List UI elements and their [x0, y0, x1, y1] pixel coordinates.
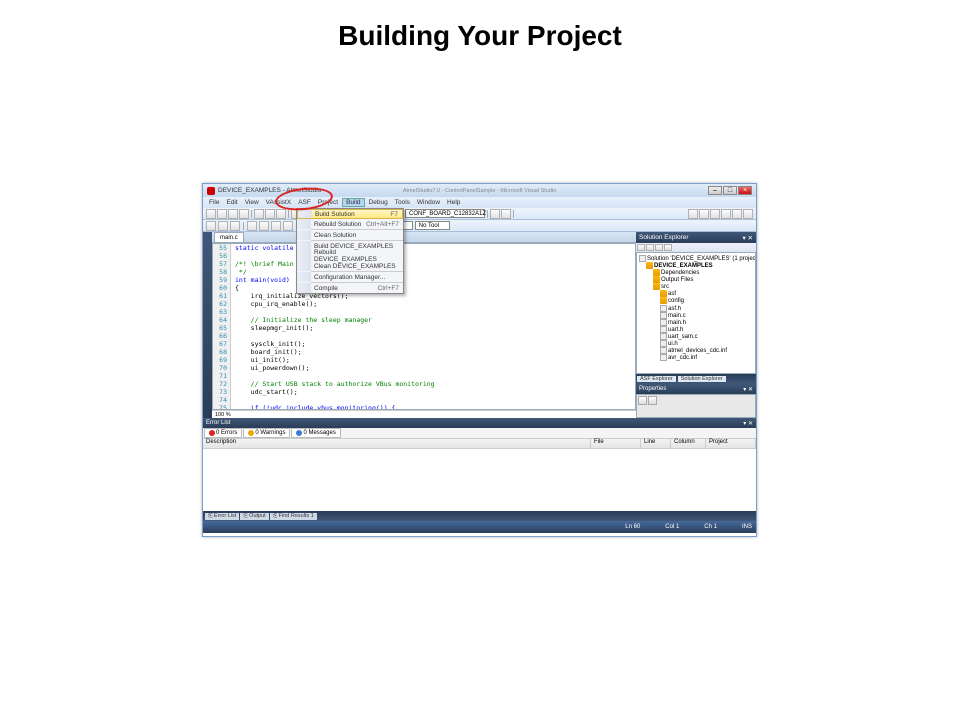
menu-item-compile[interactable]: CompileCtrl+F7 [297, 283, 403, 293]
ide-window: DEVICE_EXAMPLES - AtmelStudio AtmelStudi… [202, 183, 757, 537]
app-icon [207, 187, 215, 195]
tab-main-c[interactable]: main.c [214, 232, 244, 242]
left-ruler [203, 232, 212, 418]
close-button[interactable]: × [738, 186, 752, 195]
error-grid-header: Description File Line Column Project [203, 439, 756, 449]
editor-zoom: 100 % [212, 410, 636, 418]
code-content[interactable]: static volatile bool /*! \brief Main fun… [231, 244, 635, 409]
col-column[interactable]: Column [671, 439, 706, 448]
right-panel: Solution Explorer▾ ✕ Solution 'DEVICE_EX… [636, 232, 756, 418]
tool-r6[interactable] [743, 209, 753, 219]
col-description[interactable]: Description [203, 439, 591, 448]
solution-tree[interactable]: Solution 'DEVICE_EXAMPLES' (1 project)DE… [636, 252, 756, 374]
menu-item-configuration-manager-[interactable]: Configuration Manager... [297, 272, 403, 282]
menu-debug[interactable]: Debug [366, 199, 391, 206]
panel-pin-icon[interactable]: ▾ ✕ [742, 234, 753, 242]
tool-r5[interactable] [732, 209, 742, 219]
status-ch: Ch 1 [704, 524, 717, 530]
menu-item-build-solution[interactable]: Build SolutionF7 [297, 209, 403, 219]
tool-paste[interactable] [276, 209, 286, 219]
tool-r2[interactable] [699, 209, 709, 219]
prop-az[interactable] [648, 396, 657, 405]
menu-item-clean-device-examples[interactable]: Clean DEVICE_EXAMPLES [297, 261, 403, 271]
col-project[interactable]: Project [706, 439, 756, 448]
tool-d5[interactable] [259, 221, 269, 231]
tab-asf-explorer[interactable]: ASF Explorer [637, 376, 676, 382]
menu-tools[interactable]: Tools [392, 199, 413, 206]
status-col: Col 1 [665, 524, 679, 530]
prop-cat[interactable] [638, 396, 647, 405]
tool-d4[interactable] [247, 221, 257, 231]
tool-d1[interactable] [206, 221, 216, 231]
col-file[interactable]: File [591, 439, 641, 448]
right-panel-tabs: ASF Explorer Solution Explorer [636, 374, 756, 384]
menu-edit[interactable]: Edit [223, 199, 240, 206]
maximize-button[interactable]: □ [723, 186, 737, 195]
tool-r3[interactable] [710, 209, 720, 219]
solution-explorer-title: Solution Explorer▾ ✕ [636, 232, 756, 243]
tab-solution-explorer[interactable]: Solution Explorer [678, 376, 726, 382]
tool-r1[interactable] [688, 209, 698, 219]
code-editor[interactable]: 5556575859606162636465666768697071727374… [212, 243, 636, 410]
error-tab-0-warnings[interactable]: 0 Warnings [243, 428, 290, 438]
se-tool4[interactable] [664, 244, 672, 251]
tool-misc1[interactable] [490, 209, 500, 219]
tool-d7[interactable] [283, 221, 293, 231]
main-area: main.c 555657585960616263646566676869707… [203, 232, 756, 418]
tool-save[interactable] [228, 209, 238, 219]
board-dropdown[interactable]: CONF_BOARD_C12832A1Z [405, 209, 485, 218]
editor-tab-bar: main.c [212, 232, 636, 243]
tool-copy[interactable] [265, 209, 275, 219]
panel-controls-icon[interactable]: ▾ ✕ [743, 386, 753, 393]
toolbar-secondary: Hex ATSAM4S16C No Tool [203, 220, 756, 232]
tool-cut[interactable] [254, 209, 264, 219]
bottom-tab-error-list[interactable]: ⎘ Error List [205, 513, 239, 520]
status-bar: Ln 60 Col 1 Ch 1 INS [203, 521, 756, 533]
tool-d2[interactable] [218, 221, 228, 231]
editor-panel: main.c 555657585960616263646566676869707… [212, 232, 636, 418]
menu-item-clean-solution[interactable]: Clean Solution [297, 230, 403, 240]
menu-view[interactable]: View [242, 199, 262, 206]
tool-saveall[interactable] [239, 209, 249, 219]
slide-title: Building Your Project [0, 0, 960, 52]
window-subtitle: AtmelStudio7.0 - ControlPanelSample - Mi… [403, 188, 556, 194]
tool-r4[interactable] [721, 209, 731, 219]
minimize-button[interactable]: – [708, 186, 722, 195]
bottom-tab-find-results-1[interactable]: ⎘ Find Results 1 [270, 513, 317, 520]
bottom-tab-output[interactable]: ⎘ Output [240, 513, 268, 520]
error-tab-0-messages[interactable]: 0 Messages [291, 428, 340, 438]
se-tool1[interactable] [637, 244, 645, 251]
error-tab-0-errors[interactable]: 0 Errors [204, 428, 242, 438]
col-line[interactable]: Line [641, 439, 671, 448]
tool-d3[interactable] [230, 221, 240, 231]
tool-dropdown[interactable]: No Tool [415, 221, 450, 230]
tool-misc2[interactable] [501, 209, 511, 219]
se-tool3[interactable] [655, 244, 663, 251]
menu-build[interactable]: Build [342, 198, 364, 207]
tool-open[interactable] [217, 209, 227, 219]
panel-controls-icon[interactable]: ▾ ✕ [743, 420, 753, 427]
properties-title: Properties▾ ✕ [636, 384, 756, 394]
line-gutter: 5556575859606162636465666768697071727374… [213, 244, 231, 409]
build-menu-dropdown[interactable]: Build SolutionF7Rebuild SolutionCtrl+Alt… [296, 208, 404, 294]
tool-new[interactable] [206, 209, 216, 219]
status-ins: INS [742, 524, 752, 530]
tool-d6[interactable] [271, 221, 281, 231]
menu-help[interactable]: Help [444, 199, 463, 206]
se-tool2[interactable] [646, 244, 654, 251]
error-list-title: Error List▾ ✕ [203, 418, 756, 428]
error-filter-tabs: 0 Errors0 Warnings0 Messages [203, 428, 756, 439]
status-ln: Ln 60 [625, 524, 640, 530]
menu-window[interactable]: Window [414, 199, 443, 206]
menu-item-rebuild-solution[interactable]: Rebuild SolutionCtrl+Alt+F7 [297, 219, 403, 229]
bottom-tabs: ⎘ Error List⎘ Output⎘ Find Results 1 [203, 511, 756, 521]
menu-item-rebuild-device-examples[interactable]: Rebuild DEVICE_EXAMPLES [297, 251, 403, 261]
toolbar-primary: Debug CONF_BOARD_C12832A1Z [203, 208, 756, 220]
menu-file[interactable]: File [206, 199, 222, 206]
error-grid-body [203, 449, 756, 511]
properties-body [636, 394, 756, 418]
